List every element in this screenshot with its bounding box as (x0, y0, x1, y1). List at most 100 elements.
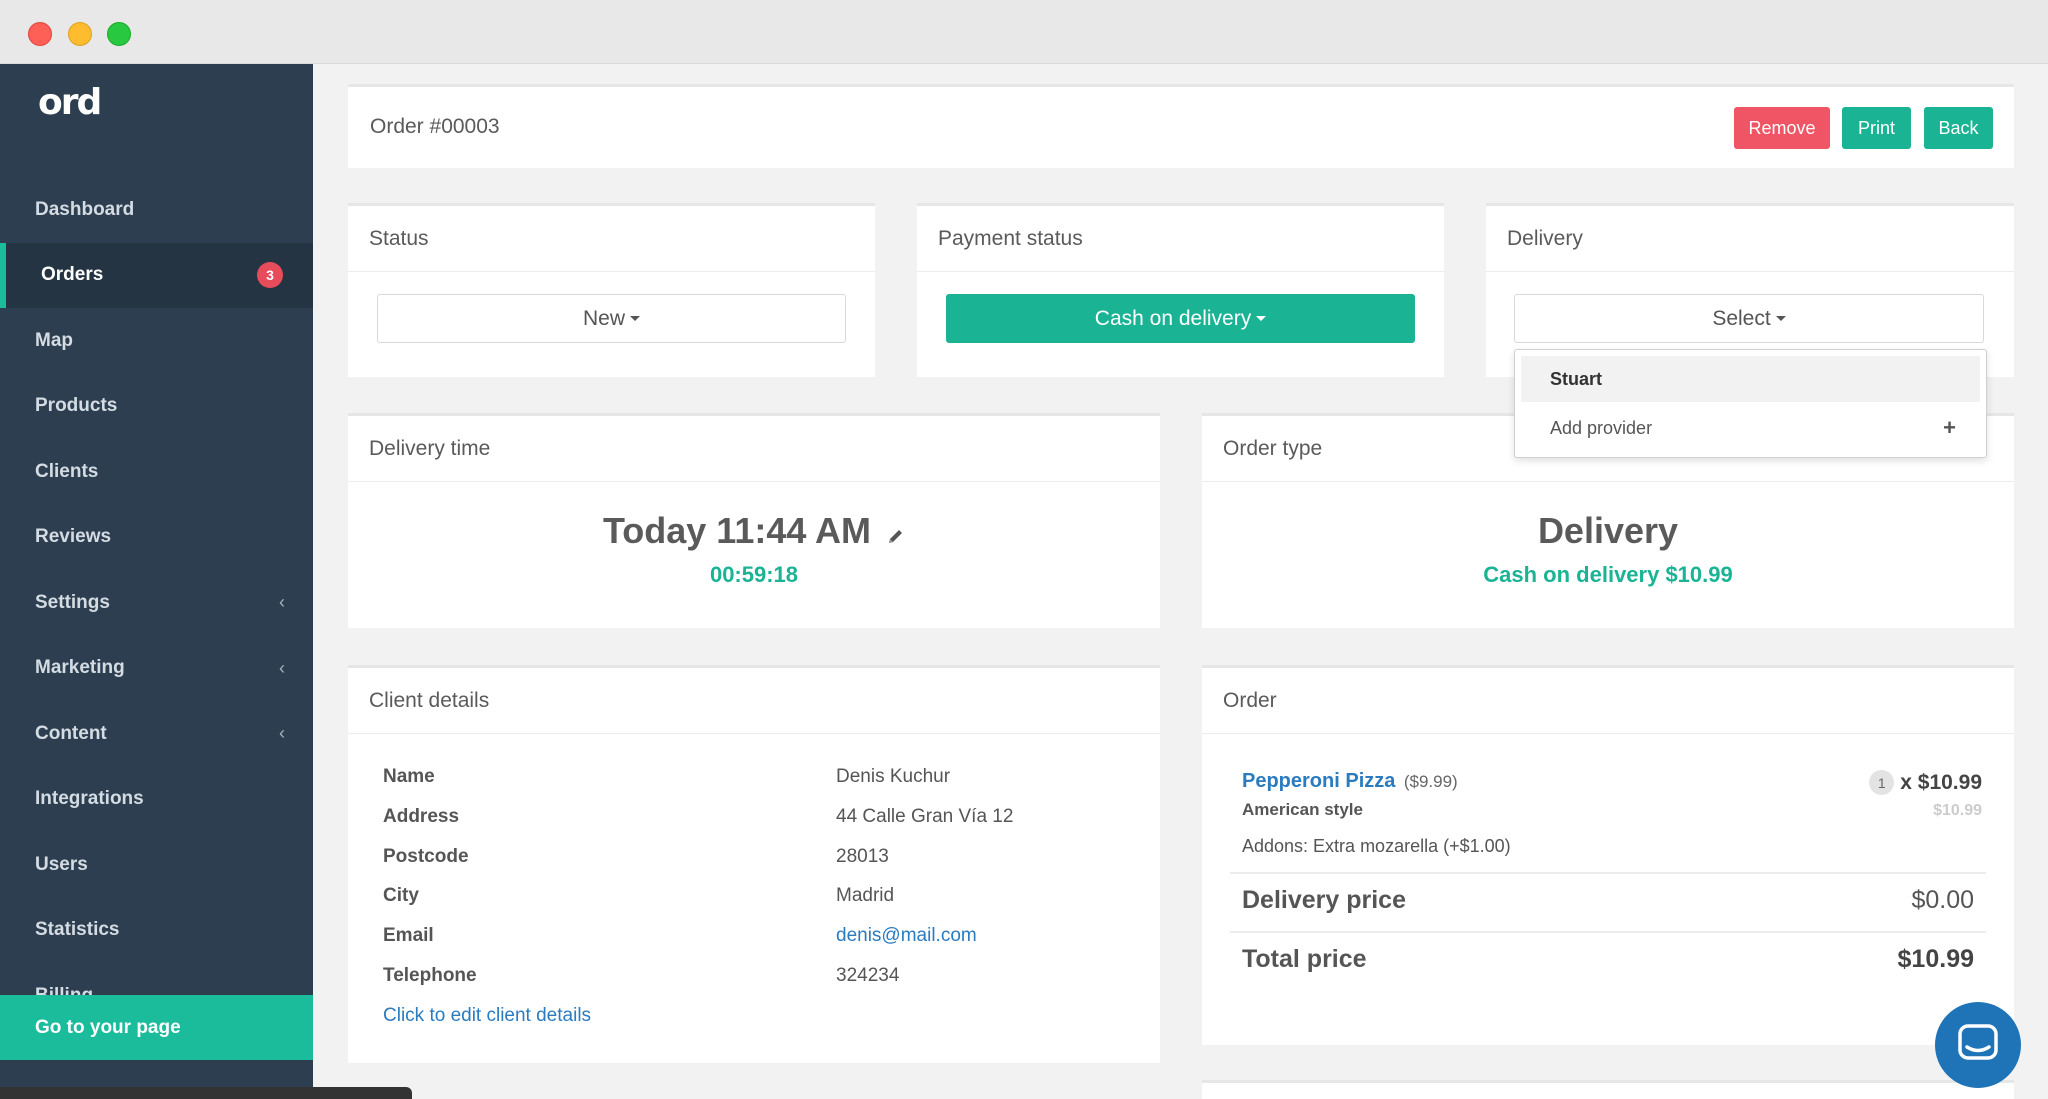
chevron-left-icon: ‹ (279, 657, 285, 678)
client-telephone-value: 324234 (836, 965, 900, 986)
total-price-value: $10.99 (1897, 945, 1974, 973)
delivery-provider-option-stuart[interactable]: Stuart (1521, 356, 1980, 402)
delivery-price-label: Delivery price (1242, 886, 1406, 914)
pencil-icon[interactable] (887, 512, 905, 554)
client-details-card-title: Client details (348, 668, 1160, 734)
sidebar-item-label: Products (35, 395, 118, 417)
add-provider-label: Add provider (1550, 417, 1653, 438)
client-name-value: Denis Kuchur (836, 766, 951, 787)
client-postcode-value: 28013 (836, 846, 889, 867)
sidebar-nav: Dashboard Orders 3 Map Products Clients R… (0, 177, 313, 1029)
order-summary-card-title: Order (1202, 668, 2014, 734)
caret-down-icon (1775, 316, 1786, 321)
sidebar: ord Dashboard Orders 3 Map Products Clien… (0, 64, 313, 1099)
sidebar-item-products[interactable]: Products (0, 374, 313, 440)
caret-down-icon (1256, 316, 1267, 321)
payment-status-dropdown-value: Cash on delivery (1094, 306, 1252, 330)
remove-button[interactable]: Remove (1734, 107, 1830, 149)
go-to-your-page-button[interactable]: Go to your page (0, 995, 313, 1060)
sidebar-item-map[interactable]: Map (0, 308, 313, 374)
sidebar-item-label: Integrations (35, 788, 144, 810)
sidebar-item-reviews[interactable]: Reviews (0, 505, 313, 571)
sidebar-item-label: Dashboard (35, 198, 135, 220)
chat-icon (1957, 1023, 1999, 1068)
delivery-time-row: Today 11:44 AM (348, 510, 1160, 554)
order-type-value: Delivery (1537, 510, 1679, 551)
delivery-time-value: Today 11:44 AM (602, 510, 872, 551)
sidebar-item-clients[interactable]: Clients (0, 439, 313, 505)
client-details-card: Client details Name Denis Kuchur Address… (348, 665, 1160, 1063)
status-url-bar (0, 1087, 412, 1099)
edit-client-details-link[interactable]: Click to edit client details (383, 1005, 591, 1027)
payment-status-card: Payment status Cash on delivery (917, 203, 1444, 377)
status-dropdown[interactable]: New (377, 294, 846, 343)
order-item-price-row: 1 x $10.99 (1869, 770, 1982, 795)
back-button[interactable]: Back (1924, 107, 1993, 149)
client-name-label: Name (383, 766, 435, 787)
window-titlebar (0, 0, 2048, 64)
status-dropdown-value: New (582, 306, 625, 330)
order-item-subtotal: $10.99 (1933, 802, 1982, 819)
client-city-value: Madrid (836, 885, 895, 906)
add-provider-option[interactable]: Add provider + (1521, 405, 1980, 451)
order-item-unit-price: ($9.99) (1403, 772, 1458, 791)
app-logo[interactable]: ord (38, 82, 102, 123)
minimize-window-button[interactable] (68, 22, 92, 46)
sidebar-item-label: Statistics (35, 919, 120, 941)
payment-status-card-title: Payment status (917, 206, 1444, 272)
client-email-link[interactable]: denis@mail.com (836, 925, 977, 947)
delivery-time-card-title: Delivery time (348, 416, 1160, 482)
delivery-price-value: $0.00 (1911, 886, 1974, 914)
payment-status-dropdown[interactable]: Cash on delivery (946, 294, 1415, 343)
sidebar-item-integrations[interactable]: Integrations (0, 767, 313, 833)
sidebar-item-label: Clients (35, 460, 99, 482)
sidebar-item-marketing[interactable]: Marketing ‹ (0, 636, 313, 702)
order-summary-card: Order Pepperoni Pizza ($9.99) American s… (1202, 665, 2014, 1045)
divider (1230, 931, 1986, 933)
orders-count-badge: 3 (257, 262, 283, 289)
order-item-name-link[interactable]: Pepperoni Pizza (1242, 770, 1395, 792)
client-address-label: Address (383, 806, 460, 827)
plus-icon: + (1943, 415, 1956, 440)
page-title: Order #00003 (370, 115, 500, 138)
sidebar-item-label: Settings (35, 591, 110, 613)
delivery-provider-dropdown[interactable]: Select (1514, 294, 1984, 343)
sidebar-item-settings[interactable]: Settings ‹ (0, 570, 313, 636)
client-postcode-label: Postcode (383, 846, 469, 867)
delivery-time-card: Delivery time Today 11:44 AM 00:59:18 (348, 413, 1160, 628)
sidebar-item-orders[interactable]: Orders 3 (0, 242, 313, 308)
status-card: Status New (348, 203, 875, 377)
sidebar-item-label: Map (35, 329, 73, 351)
order-type-payment: Cash on delivery $10.99 (1483, 562, 1733, 587)
order-item: Pepperoni Pizza ($9.99) American style A… (1242, 770, 1982, 870)
order-item-qty-badge: 1 (1869, 770, 1895, 795)
status-card-title: Status (348, 206, 875, 272)
sidebar-item-content[interactable]: Content ‹ (0, 701, 313, 767)
sidebar-item-users[interactable]: Users (0, 832, 313, 898)
chevron-left-icon: ‹ (279, 723, 285, 744)
delivery-countdown: 00:59:18 (709, 562, 799, 587)
client-city-label: City (383, 885, 419, 906)
order-item-line-total: x $10.99 (1900, 770, 1982, 794)
print-button[interactable]: Print (1842, 107, 1911, 149)
caret-down-icon (630, 316, 640, 321)
client-email-label: Email (383, 925, 434, 946)
close-window-button[interactable] (28, 22, 52, 46)
sidebar-item-label: Users (35, 853, 88, 875)
order-item-variant: American style (1242, 800, 1363, 819)
sidebar-item-statistics[interactable]: Statistics (0, 898, 313, 964)
total-price-label: Total price (1242, 945, 1367, 973)
sidebar-item-label: Marketing (35, 657, 125, 679)
delivery-provider-menu: Stuart Add provider + (1514, 349, 1987, 458)
sidebar-item-label: Reviews (35, 526, 112, 548)
order-header-card: Order #00003 Remove Print Back (348, 84, 2014, 168)
next-card-partial (1202, 1080, 2014, 1099)
delivery-provider-dropdown-value: Select (1712, 306, 1771, 330)
delivery-card-title: Delivery (1486, 206, 2014, 272)
sidebar-item-dashboard[interactable]: Dashboard (0, 177, 313, 243)
chat-widget-button[interactable] (1935, 1002, 2021, 1088)
divider (1230, 872, 1986, 874)
maximize-window-button[interactable] (107, 22, 131, 46)
client-telephone-label: Telephone (383, 965, 477, 986)
chevron-left-icon: ‹ (279, 592, 285, 613)
